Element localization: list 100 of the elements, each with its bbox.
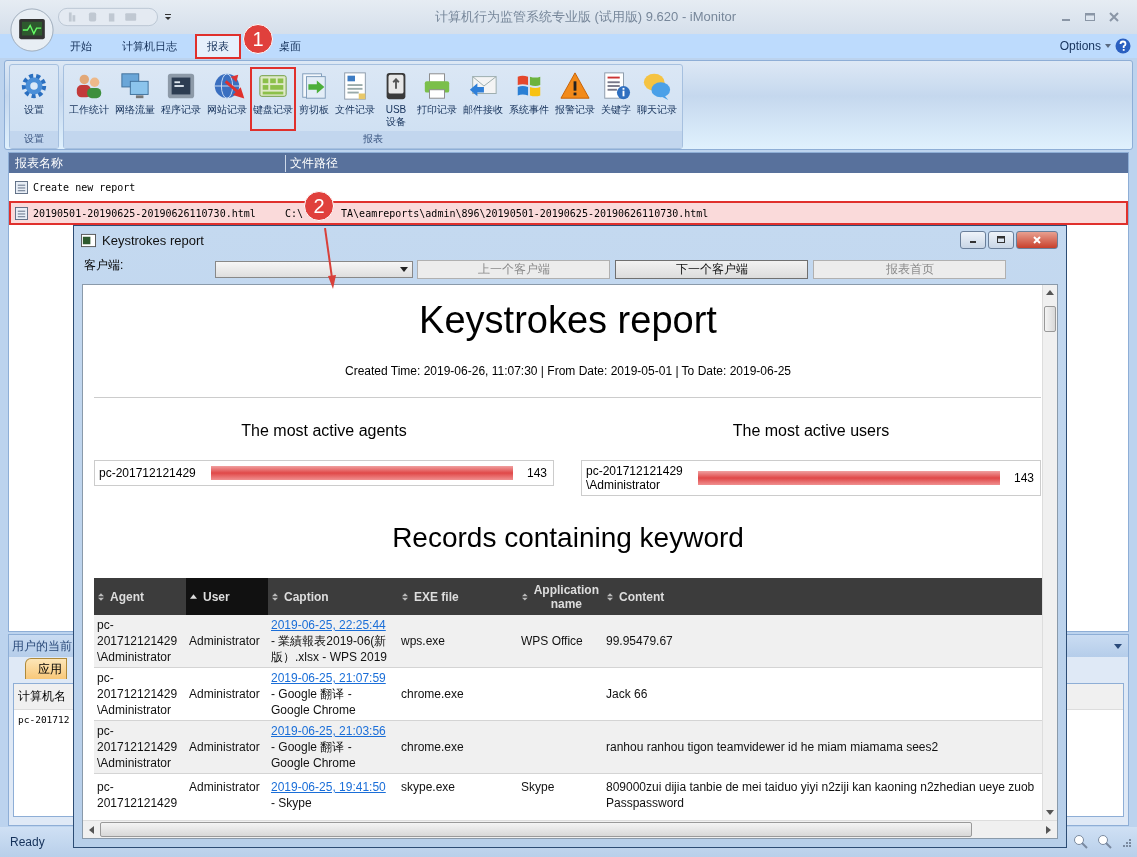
ribbon-button[interactable]: 打印记录 xyxy=(414,67,460,131)
ranking-count: 143 xyxy=(526,466,547,480)
annotation-arrow xyxy=(322,228,338,290)
scroll-left-icon[interactable] xyxy=(89,825,94,834)
sort-ascending-icon xyxy=(190,594,197,599)
table-cell-text: Jack 66 xyxy=(606,686,649,702)
warning-icon xyxy=(560,71,590,101)
ribbon-button[interactable]: 聊天记录 xyxy=(634,67,680,131)
time-link[interactable]: 2019-06-25, 21:07:59 xyxy=(271,670,395,686)
time-link[interactable]: 2019-06-25, 22:25:44 xyxy=(271,617,395,633)
section-title: The most active users xyxy=(731,422,891,440)
report-title: Keystrokes report xyxy=(418,299,718,342)
ribbon-button[interactable]: 工作统计 xyxy=(66,67,112,131)
table-cell-text: Administrator xyxy=(189,739,261,755)
ribbon-button[interactable]: 关键字 xyxy=(598,67,634,131)
client-label: 客户端: xyxy=(84,257,125,274)
file-path: TA\eamreports\admin\896\20190501-20190625-20190626110730.html xyxy=(341,207,709,219)
caption-text: - Google 翻译 - Google Chrome xyxy=(271,686,357,718)
nav-button[interactable]: 下一个客户端 xyxy=(615,259,808,279)
ribbon-button[interactable]: 网络流量 xyxy=(112,67,158,131)
sort-icon xyxy=(98,592,104,601)
column-header[interactable]: EXE file xyxy=(398,578,518,615)
ribbon-button[interactable]: 网站记录 xyxy=(204,67,250,131)
ribbon-button[interactable]: 邮件接收 xyxy=(460,67,506,131)
ribbon-button[interactable]: 程序记录 xyxy=(158,67,204,131)
horizontal-scrollbar[interactable] xyxy=(83,820,1057,838)
ribbon-tab[interactable]: 开始 xyxy=(58,33,104,59)
caret-icon xyxy=(400,266,408,272)
ribbon-button[interactable]: 剪切板 xyxy=(296,67,332,131)
scroll-up-icon[interactable] xyxy=(1046,290,1054,295)
status-text: Ready xyxy=(10,835,45,849)
caption-text: - 業績報表2019-06(新版）.xlsx - WPS 2019 xyxy=(271,633,389,665)
ribbon-button[interactable]: 报警记录 xyxy=(552,67,598,131)
panel-tab[interactable]: 应用 xyxy=(25,658,67,679)
sort-icon xyxy=(272,592,278,601)
ribbon-button[interactable]: 文件记录 xyxy=(332,67,378,131)
gear-icon xyxy=(19,71,49,101)
column-header[interactable]: Agent xyxy=(94,578,186,615)
scroll-right-icon[interactable] xyxy=(1046,825,1051,834)
vertical-scrollbar[interactable] xyxy=(1042,285,1057,820)
column-header[interactable]: Caption xyxy=(268,578,398,615)
ranking-name: pc-201712121429 xyxy=(99,466,197,480)
resize-grip-icon[interactable] xyxy=(1121,837,1131,847)
ribbon-button[interactable]: USB 设备 xyxy=(378,67,414,131)
caret-icon[interactable] xyxy=(164,13,172,21)
report-name: 20190501-20190625-20190626110730.html xyxy=(33,207,257,219)
report-dates: Created Time: 2019-06-26, 11:07:30 | From Date: 2019-05-01 | To Date: 2019-06-25 xyxy=(343,364,793,378)
table-cell-text: pc- 201712121429 \Administrator xyxy=(97,617,179,665)
table-cell-text: ranhou ranhou tigon teamvidewer id he miam miamama sees2 xyxy=(606,739,940,755)
column-header[interactable]: 文件路径 xyxy=(286,154,338,172)
ribbon-tab[interactable]: 桌面 xyxy=(277,33,313,59)
help-icon[interactable] xyxy=(1115,38,1131,54)
scrollbar-thumb[interactable] xyxy=(1044,306,1056,332)
column-header[interactable]: 报表名称 xyxy=(9,154,286,172)
caption-text: - Skype xyxy=(271,795,313,811)
close-icon[interactable] xyxy=(1107,10,1121,24)
table-cell-text: pc- 201712121429 \Administrator xyxy=(97,670,179,718)
zoom-in-icon[interactable] xyxy=(1097,834,1113,850)
ribbon-button[interactable]: 系统事件 xyxy=(506,67,552,131)
table-cell-text: 99.95479.67 xyxy=(606,633,674,649)
chat-bubbles-icon xyxy=(642,71,672,101)
column-header[interactable]: Content xyxy=(603,578,1042,615)
group-label: 设置 xyxy=(10,131,58,148)
group-label: 报表 xyxy=(64,131,682,148)
sort-icon xyxy=(402,592,408,601)
minimize-button[interactable] xyxy=(960,231,986,249)
scroll-down-icon[interactable] xyxy=(1046,810,1054,815)
maximize-icon[interactable] xyxy=(1083,10,1097,24)
options-menu[interactable]: Options xyxy=(1059,39,1101,53)
caret-icon[interactable] xyxy=(1114,643,1122,649)
document-arrow-icon xyxy=(299,71,329,101)
report-icon xyxy=(601,71,631,101)
sort-icon xyxy=(522,592,528,601)
panel-title: 用户的当前 xyxy=(12,637,72,655)
table-cell-text: Administrator xyxy=(189,633,261,649)
console-icon xyxy=(166,71,196,101)
maximize-icon xyxy=(996,235,1006,245)
time-link[interactable]: 2019-06-25, 19:41:50 xyxy=(271,779,395,795)
maximize-button[interactable] xyxy=(988,231,1014,249)
close-button[interactable] xyxy=(1016,231,1058,249)
ranking-count: 143 xyxy=(1013,471,1034,485)
scrollbar-thumb[interactable] xyxy=(100,822,972,837)
dialog-title: Keystrokes report xyxy=(102,232,204,248)
caret-icon xyxy=(1105,44,1111,48)
table-cell-text: WPS Office xyxy=(521,633,584,649)
ribbon-tab[interactable]: 报表 xyxy=(195,33,241,59)
table-cell-text: 809000zui dijia tanbie de mei taiduo yiyi n2ziji kan kaoning n2zhedian ueye zuob Passpassword xyxy=(606,779,1036,811)
table-cell-text: Administrator xyxy=(189,779,261,795)
ribbon-button[interactable]: 键盘记录 xyxy=(250,67,296,131)
table-cell-text: Administrator xyxy=(189,686,261,702)
time-link[interactable]: 2019-06-25, 21:03:56 xyxy=(271,723,395,739)
column-header[interactable]: User xyxy=(186,578,268,615)
column-header[interactable]: Application name xyxy=(518,578,603,615)
table-cell-text: chrome.exe xyxy=(401,686,465,702)
client-dropdown[interactable] xyxy=(215,260,413,278)
table-cell-text: Skype xyxy=(521,779,556,795)
ribbon-button[interactable]: 设置 xyxy=(12,67,56,131)
zoom-out-icon[interactable] xyxy=(1073,834,1089,850)
table-cell-text: pc- 201712121429 \Administrator xyxy=(97,723,179,771)
ribbon-tab[interactable]: 计算机日志 xyxy=(110,33,189,59)
